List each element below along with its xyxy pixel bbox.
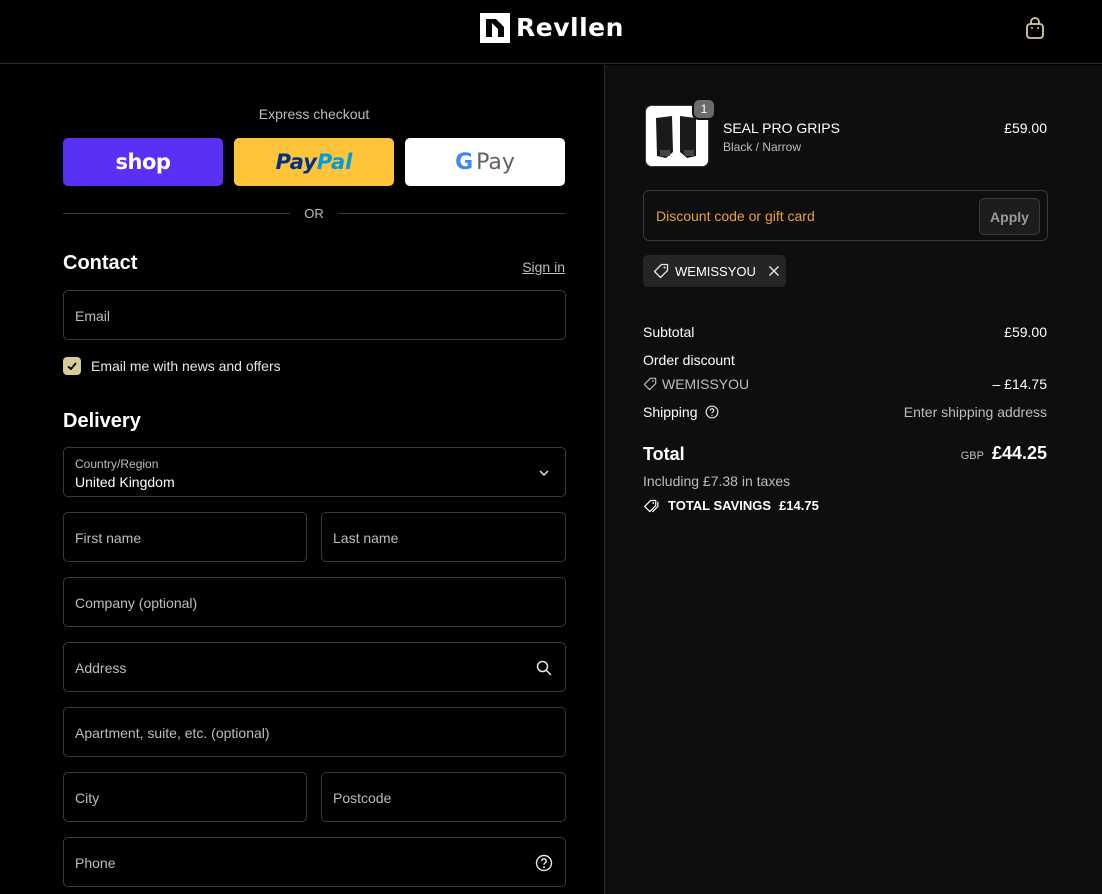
brand-name: Revllen: [516, 13, 624, 42]
remove-discount-icon[interactable]: [768, 265, 780, 277]
total-value: £44.25: [991, 443, 1047, 463]
brand-logo[interactable]: Revllen: [480, 13, 624, 43]
newsletter-checkbox[interactable]: [63, 357, 81, 375]
city-field[interactable]: City: [63, 772, 307, 822]
phone-placeholder: Phone: [75, 855, 116, 871]
help-circle-icon[interactable]: [705, 405, 719, 419]
address-field[interactable]: Address: [63, 642, 566, 692]
contact-title: Contact: [63, 252, 138, 274]
delivery-title: Delivery: [63, 410, 141, 432]
subtotal-label: Subtotal: [643, 324, 695, 340]
first-name-placeholder: First name: [75, 530, 142, 546]
express-checkout-title: Express checkout: [258, 106, 370, 122]
google-g-icon: G: [455, 149, 474, 175]
discount-value: – £14.75: [992, 376, 1048, 392]
tag-icon: [643, 377, 657, 391]
quantity-badge: 1: [692, 98, 716, 120]
country-label: Country/Region: [75, 457, 159, 471]
tag-icon: [653, 263, 669, 279]
last-name-field[interactable]: Last name: [321, 512, 566, 562]
apartment-field[interactable]: Apartment, suite, etc. (optional): [63, 707, 566, 757]
address-placeholder: Address: [75, 660, 127, 676]
last-name-placeholder: Last name: [333, 530, 399, 546]
email-field[interactable]: Email: [63, 290, 566, 340]
newsletter-label: Email me with news and offers: [91, 358, 281, 374]
search-icon[interactable]: [535, 659, 553, 677]
google-pay-label: Pay: [476, 149, 515, 175]
apartment-placeholder: Apartment, suite, etc. (optional): [75, 725, 270, 741]
country-value: United Kingdom: [75, 474, 175, 490]
shopping-bag-icon[interactable]: [1024, 16, 1046, 40]
product-price: £59.00: [1004, 120, 1047, 136]
savings-label: TOTAL SAVINGS: [668, 498, 772, 513]
or-divider: OR: [63, 205, 565, 223]
email-placeholder: Email: [75, 308, 111, 324]
shipping-value: Enter shipping address: [903, 404, 1047, 420]
first-name-field[interactable]: First name: [63, 512, 307, 562]
chevron-down-icon: [539, 470, 549, 477]
google-pay-button[interactable]: G Pay: [405, 138, 565, 186]
check-icon: [67, 362, 77, 371]
discount-code-label: WEMISSYOU: [662, 376, 750, 392]
total-savings: TOTAL SAVINGS £14.75: [643, 498, 819, 513]
product-variant: Black / Narrow: [723, 140, 802, 154]
or-label: OR: [304, 206, 324, 221]
applied-discount-chip: WEMISSYOU: [643, 255, 786, 287]
total-amount: GBP £44.25: [961, 443, 1047, 464]
checkout-form: Express checkout shop Pay Pal G Pay OR Co…: [0, 65, 604, 894]
savings-value: £14.75: [779, 498, 819, 513]
order-discount-label: Order discount: [643, 352, 735, 368]
apply-button[interactable]: Apply: [979, 198, 1040, 235]
order-summary: 1 SEAL PRO GRIPS Black / Narrow £59.00 D…: [604, 65, 1102, 894]
postcode-field[interactable]: Postcode: [321, 772, 566, 822]
applied-code: WEMISSYOU: [675, 263, 756, 279]
postcode-placeholder: Postcode: [333, 790, 392, 806]
paypal-label-2: Pal: [316, 150, 353, 174]
country-select[interactable]: Country/Region United Kingdom: [63, 447, 566, 497]
discount-placeholder: Discount code or gift card: [656, 208, 815, 224]
tags-icon: [644, 499, 659, 512]
phone-field[interactable]: Phone: [63, 837, 566, 887]
discount-code-row: WEMISSYOU: [643, 376, 749, 392]
shipping-row: Shipping: [643, 404, 719, 420]
help-circle-icon[interactable]: [535, 854, 553, 872]
subtotal-value: £59.00: [1004, 324, 1047, 340]
sign-in-link[interactable]: Sign in: [490, 259, 565, 275]
newsletter-option[interactable]: Email me with news and offers: [63, 356, 281, 376]
discount-code-field[interactable]: Discount code or gift card Apply: [643, 190, 1048, 241]
taxes-note: Including £7.38 in taxes: [643, 473, 791, 489]
paypal-button[interactable]: Pay Pal: [234, 138, 394, 186]
city-placeholder: City: [75, 790, 100, 806]
company-field[interactable]: Company (optional): [63, 577, 566, 627]
shop-pay-label: shop: [115, 150, 171, 174]
total-label: Total: [643, 444, 685, 464]
currency-code: GBP: [960, 450, 984, 462]
shop-pay-button[interactable]: shop: [63, 138, 223, 186]
header: Revllen: [0, 0, 1102, 64]
product-name: SEAL PRO GRIPS: [723, 120, 840, 136]
shipping-label: Shipping: [643, 404, 698, 420]
company-placeholder: Company (optional): [75, 595, 198, 611]
paypal-label-1: Pay: [275, 150, 317, 174]
brand-mark-icon: [480, 13, 510, 43]
